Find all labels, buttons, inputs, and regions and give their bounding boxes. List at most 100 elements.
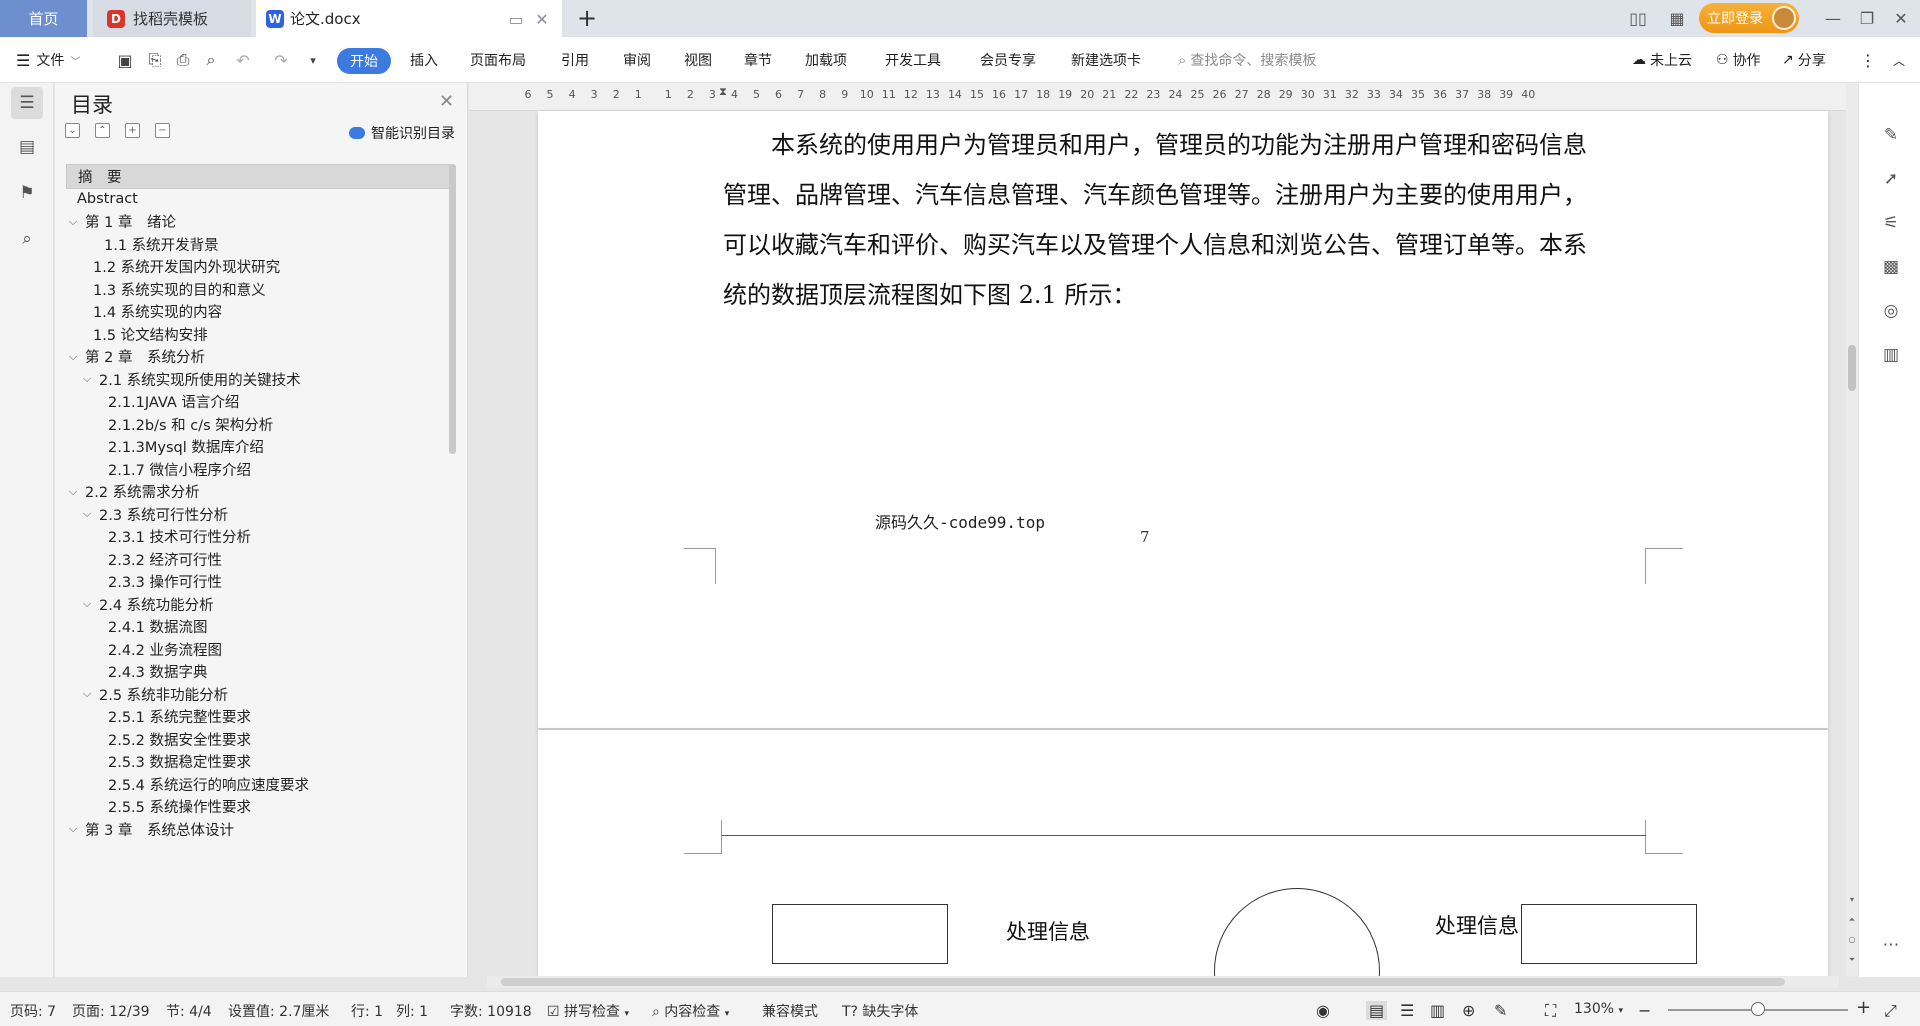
close-window-icon[interactable]: ✕ <box>1886 4 1916 32</box>
zoom-level[interactable]: 130% ▾ <box>1574 1001 1623 1017</box>
toc-item[interactable]: 2.1.7 微信小程序介绍 <box>66 457 450 482</box>
toc-item[interactable]: 2.3.1 技术可行性分析 <box>66 524 450 549</box>
chapter-nav-icon[interactable]: ▤ <box>11 131 43 163</box>
toc-item[interactable]: ⌵ 第 2 章 系统分析 <box>66 344 450 369</box>
ribbon-tab-member[interactable]: 会员专享 <box>980 49 1036 71</box>
toc-item[interactable]: 2.5.3 数据稳定性要求 <box>66 749 450 774</box>
toc-item[interactable]: 2.1.3Mysql 数据库介绍 <box>66 434 450 459</box>
apps-grid-icon[interactable]: ▦ <box>1664 6 1690 30</box>
share-button[interactable]: ↗ 分享 <box>1782 49 1826 71</box>
scroll-thumb[interactable] <box>1848 345 1856 391</box>
horizontal-scrollbar[interactable] <box>487 976 1839 988</box>
toc-item[interactable]: 2.4.3 数据字典 <box>66 659 450 684</box>
chevron-down-icon[interactable]: ⌵ <box>66 822 80 836</box>
toc-item[interactable]: ⌵ 2.1 系统实现所使用的关键技术 <box>66 367 450 392</box>
toc-item[interactable]: ⌵ 第 1 章 绪论 <box>66 209 450 234</box>
reading-view-icon[interactable]: ▥ <box>1430 1001 1445 1020</box>
add-heading-icon[interactable]: + <box>125 123 140 138</box>
toc-item[interactable]: 2.4.2 业务流程图 <box>66 637 450 662</box>
tab-document[interactable]: W 论文.docx ▭ ✕ <box>256 0 562 37</box>
ribbon-tab-chapter[interactable]: 章节 <box>744 49 772 71</box>
tab-home[interactable]: 首页 <box>0 0 87 37</box>
chevron-down-icon[interactable]: ⌵ <box>66 485 80 499</box>
status-page[interactable]: 页面: 12/39 <box>72 1001 150 1021</box>
ribbon-tab-start[interactable]: 开始 <box>337 48 391 74</box>
zoom-out-icon[interactable]: − <box>1638 1001 1651 1020</box>
collapse-ribbon-icon[interactable]: ︿ <box>1893 49 1905 71</box>
web-view-icon[interactable]: ⊕ <box>1462 1001 1475 1020</box>
ribbon-tab-developer[interactable]: 开发工具 <box>885 49 941 71</box>
chevron-down-icon[interactable]: ⌵ <box>80 597 94 611</box>
toc-item[interactable]: ⌵ 2.5 系统非功能分析 <box>66 682 450 707</box>
ribbon-tab-view[interactable]: 视图 <box>684 49 712 71</box>
redo-icon[interactable]: ↷ <box>270 49 292 71</box>
ai-icon[interactable]: ◎ <box>1879 299 1903 323</box>
body-line[interactable]: 统的数据顶层流程图如下图 2.1 所示： <box>723 275 1673 310</box>
toc-item[interactable]: 1.1 系统开发背景 <box>66 232 450 257</box>
ribbon-tab-page-layout[interactable]: 页面布局 <box>470 49 526 71</box>
smart-toc-button[interactable]: 智能识别目录 <box>349 123 455 143</box>
chevron-down-icon[interactable]: ⌵ <box>66 350 80 364</box>
ribbon-tab-references[interactable]: 引用 <box>561 49 589 71</box>
ribbon-tab-insert[interactable]: 插入 <box>410 49 438 71</box>
ribbon-tab-new[interactable]: 新建选项卡 <box>1071 49 1141 71</box>
toc-item[interactable]: ⌵ 2.4 系统功能分析 <box>66 592 450 617</box>
toc-item[interactable]: ⌵ 第 3 章 系统总体设计 <box>66 817 450 842</box>
restore-icon[interactable]: ❐ <box>1852 4 1882 32</box>
more-vertical-icon[interactable]: ⋮ <box>1860 49 1876 71</box>
toc-item[interactable]: 2.5.2 数据安全性要求 <box>66 727 450 752</box>
horizontal-ruler[interactable]: ⧗ 6 5 4 3 2 1 1 2 3 4 5 6 7 8 9 10 11 12 13 14 15 16 17 18 19 20 2… <box>469 83 1846 111</box>
command-search[interactable]: ⌕ 查找命令、搜索模板 <box>1178 49 1316 71</box>
next-page-icon[interactable]: ⏷ <box>1846 955 1858 965</box>
prev-page-icon[interactable]: ⏶ <box>1846 915 1858 925</box>
content-check-button[interactable]: ⌕ 内容检查 ▾ <box>652 1001 729 1021</box>
toc-item[interactable]: 1.2 系统开发国内外现状研究 <box>66 254 450 279</box>
ribbon-tab-review[interactable]: 审阅 <box>623 49 651 71</box>
toc-item[interactable]: 1.4 系统实现的内容 <box>66 299 450 324</box>
select-browse-icon[interactable]: ○ <box>1846 935 1858 944</box>
minimize-icon[interactable]: — <box>1818 4 1848 32</box>
status-word-count[interactable]: 字数: 10918 <box>450 1001 532 1021</box>
export-pdf-icon[interactable]: ⎘ <box>144 49 166 71</box>
search-icon[interactable]: ⌕ <box>11 223 43 255</box>
vertical-scrollbar[interactable]: ▾ ⏶ ○ ⏷ <box>1846 83 1858 977</box>
close-tab-icon[interactable]: ✕ <box>532 9 552 29</box>
status-section[interactable]: 节: 4/4 <box>166 1001 212 1021</box>
toc-item[interactable]: 摘 要 <box>66 164 450 189</box>
toc-item[interactable]: 2.5.5 系统操作性要求 <box>66 794 450 819</box>
close-icon[interactable]: ✕ <box>439 91 454 112</box>
toc-item[interactable]: 2.3.2 经济可行性 <box>66 547 450 572</box>
toc-item[interactable]: ⌵ 2.3 系统可行性分析 <box>66 502 450 527</box>
chevron-down-icon[interactable]: ⌵ <box>80 687 94 701</box>
pen-icon[interactable]: ✎ <box>1879 123 1903 147</box>
cloud-status-button[interactable]: ☁ 未上云 <box>1632 49 1692 71</box>
collapse-all-icon[interactable]: ⌄ <box>65 123 80 138</box>
toc-scrollbar[interactable] <box>449 164 456 454</box>
toc-item[interactable]: 1.3 系统实现的目的和意义 <box>66 277 450 302</box>
toc-item[interactable]: Abstract <box>66 187 450 212</box>
print-preview-icon[interactable]: ⌕ <box>200 49 222 71</box>
settings-sliders-icon[interactable]: ⚟ <box>1879 211 1903 235</box>
write-mode-icon[interactable]: ✎ <box>1494 1001 1507 1020</box>
body-line[interactable]: 管理、品牌管理、汽车信息管理、汽车颜色管理等。注册用户为主要的使用用户， <box>723 175 1673 210</box>
page-view-icon[interactable]: ▤ <box>1366 1001 1388 1020</box>
zoom-in-icon[interactable]: + <box>1856 997 1871 1018</box>
toc-item[interactable]: 2.1.1JAVA 语言介绍 <box>66 389 450 414</box>
toc-item[interactable]: 2.4.1 数据流图 <box>66 614 450 639</box>
indent-marker-icon[interactable]: ⧗ <box>717 85 729 109</box>
chevron-down-icon[interactable]: ⌵ <box>80 507 94 521</box>
expand-up-icon[interactable]: ⌃ <box>95 123 110 138</box>
fit-page-icon[interactable]: ⛶ <box>1545 1001 1556 1021</box>
body-line[interactable]: 可以收藏汽车和评价、购买汽车以及管理个人信息和浏览公告、管理订单等。本系 <box>723 225 1673 260</box>
more-horizontal-icon[interactable]: ⋯ <box>1879 933 1903 957</box>
new-tab-button[interactable]: + <box>574 4 600 32</box>
tab-template[interactable]: D 找稻壳模板 <box>93 0 251 37</box>
pin-icon[interactable]: ▭ <box>506 9 526 29</box>
compat-mode[interactable]: 兼容模式 <box>762 1001 818 1021</box>
file-menu[interactable]: ☰ 文件 ﹀ <box>16 46 80 74</box>
undo-icon[interactable]: ↶ <box>232 49 254 71</box>
reading-icon[interactable]: ▥ <box>1879 343 1903 367</box>
status-row[interactable]: 行: 1 <box>351 1001 383 1021</box>
chevron-down-icon[interactable]: ⌵ <box>80 372 94 386</box>
status-setting[interactable]: 设置值: 2.7厘米 <box>228 1001 329 1021</box>
